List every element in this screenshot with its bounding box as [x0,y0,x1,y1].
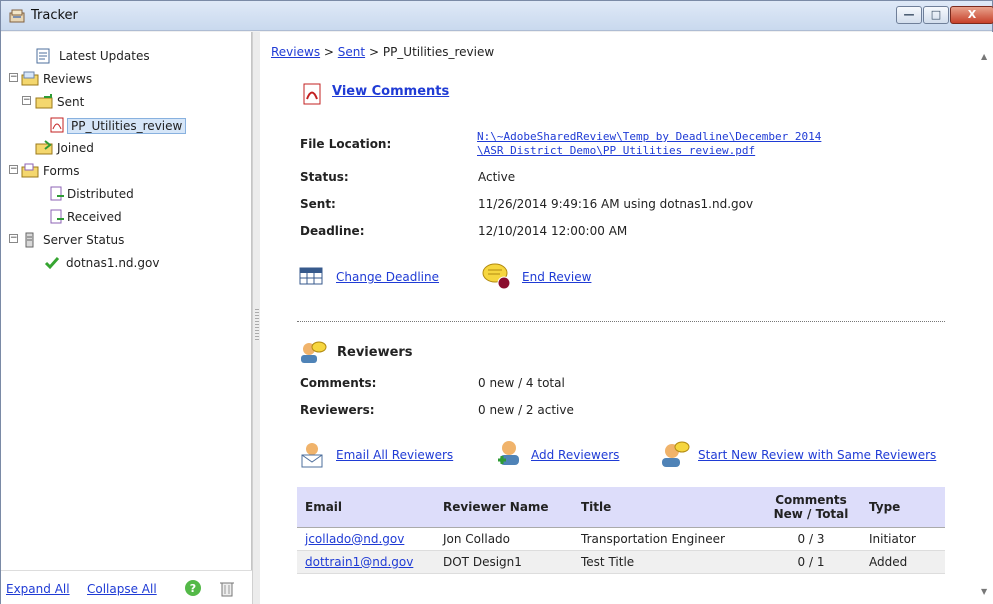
column-email: Email [297,487,435,528]
calendar-icon[interactable] [299,264,323,289]
joined-folder-icon [35,140,53,159]
reviewers-label: Reviewers: [300,403,375,417]
updates-icon [35,48,51,67]
received-icon [49,209,65,228]
file-location-link[interactable]: N:\~AdobeSharedReview\Temp by Deadline\D… [477,130,821,158]
title-bar: Tracker — □ X [1,1,993,31]
server-status-expander[interactable]: − [9,234,18,243]
reviewer-email-link[interactable]: jcollado@nd.gov [305,532,404,546]
reviews-expander[interactable]: − [9,73,18,82]
reviewers-value: 0 new / 2 active [478,403,574,417]
column-comments: Comments New / Total [761,487,861,528]
section-separator [297,321,945,322]
check-icon [44,255,60,274]
splitter-grip [255,309,259,341]
pdf-icon [49,117,65,136]
reviews-folder-icon [21,71,39,90]
file-location-label: File Location: [300,137,392,151]
view-comments-link[interactable]: View Comments [332,84,449,99]
maximize-button[interactable]: □ [923,6,949,24]
start-new-review-icon[interactable] [660,439,690,472]
status-value: Active [478,170,516,184]
reviewer-name: Jon Collado [435,527,573,551]
add-reviewers-icon[interactable] [494,440,522,473]
close-button[interactable]: X [950,6,993,24]
trash-icon[interactable] [218,579,236,600]
tracker-app-icon [9,8,25,24]
reviewer-type: Initiator [861,527,945,551]
comments-value: 0 new / 4 total [478,376,565,390]
end-review-icon[interactable] [482,262,512,293]
reviewer-title: Test Title [573,550,761,574]
minimize-button[interactable]: — [896,6,922,24]
comments-label: Comments: [300,376,377,390]
reviewer-name: DOT Design1 [435,550,573,574]
expand-all-link[interactable]: Expand All [6,582,70,596]
sent-folder-icon [35,94,53,113]
vertical-scrollbar[interactable]: ▲ ▼ [977,32,993,604]
collapse-all-link[interactable]: Collapse All [87,582,157,596]
reviewers-table: Email Reviewer Name Title Comments New / … [297,487,945,574]
reviewers-icon [299,339,327,368]
breadcrumb: Reviews > Sent > PP_Utilities_review [271,45,495,59]
reviewer-comments: 0 / 3 [761,527,861,551]
window-title: Tracker [31,8,78,23]
table-header-row: Email Reviewer Name Title Comments New / … [297,487,945,528]
svg-text:?: ? [190,582,196,595]
status-label: Status: [300,170,349,184]
column-type: Type [861,487,945,528]
navigation-pane: Latest Updates − Reviews − Sent PP_Utili… [1,32,252,604]
column-reviewer-name: Reviewer Name [435,487,573,528]
reviewer-title: Transportation Engineer [573,527,761,551]
add-reviewers-link[interactable]: Add Reviewers [531,448,619,462]
view-comments-pdf-icon[interactable] [302,83,322,108]
pane-splitter[interactable] [252,32,260,604]
sent-expander[interactable]: − [22,96,31,105]
table-row: jcollado@nd.gov Jon Collado Transportati… [297,527,945,551]
forms-folder-icon [21,163,39,182]
end-review-link[interactable]: End Review [522,270,591,284]
distributed-icon [49,186,65,205]
scroll-up-icon[interactable]: ▲ [981,52,987,61]
breadcrumb-current: PP_Utilities_review [382,45,495,59]
reviewer-type: Added [861,550,945,574]
breadcrumb-sent[interactable]: Sent [338,45,365,59]
email-all-reviewers-icon[interactable] [299,441,327,472]
tracker-window: Tracker — □ X Latest Updates − Reviews −… [0,0,993,604]
start-new-review-link[interactable]: Start New Review with Same Reviewers [698,448,936,462]
table-row: dottrain1@nd.gov DOT Design1 Test Title … [297,550,945,574]
server-icon [21,232,37,251]
sent-label: Sent: [300,197,336,211]
sent-value: 11/26/2014 9:49:16 AM using dotnas1.nd.g… [478,197,754,211]
reviewers-heading: Reviewers [337,345,413,360]
deadline-label: Deadline: [300,224,365,238]
forms-expander[interactable]: − [9,165,18,174]
reviewer-comments: 0 / 1 [761,550,861,574]
change-deadline-link[interactable]: Change Deadline [336,270,439,284]
help-icon[interactable]: ? [184,579,202,600]
tree-footer: Expand All Collapse All ? [1,570,252,604]
reviewer-email-link[interactable]: dottrain1@nd.gov [305,555,413,569]
column-title: Title [573,487,761,528]
breadcrumb-reviews[interactable]: Reviews [271,45,320,59]
email-all-reviewers-link[interactable]: Email All Reviewers [336,448,453,462]
scroll-down-icon[interactable]: ▼ [981,587,987,596]
deadline-value: 12/10/2014 12:00:00 AM [478,224,628,238]
review-details-pane: Reviews > Sent > PP_Utilities_review Vie… [260,32,977,604]
